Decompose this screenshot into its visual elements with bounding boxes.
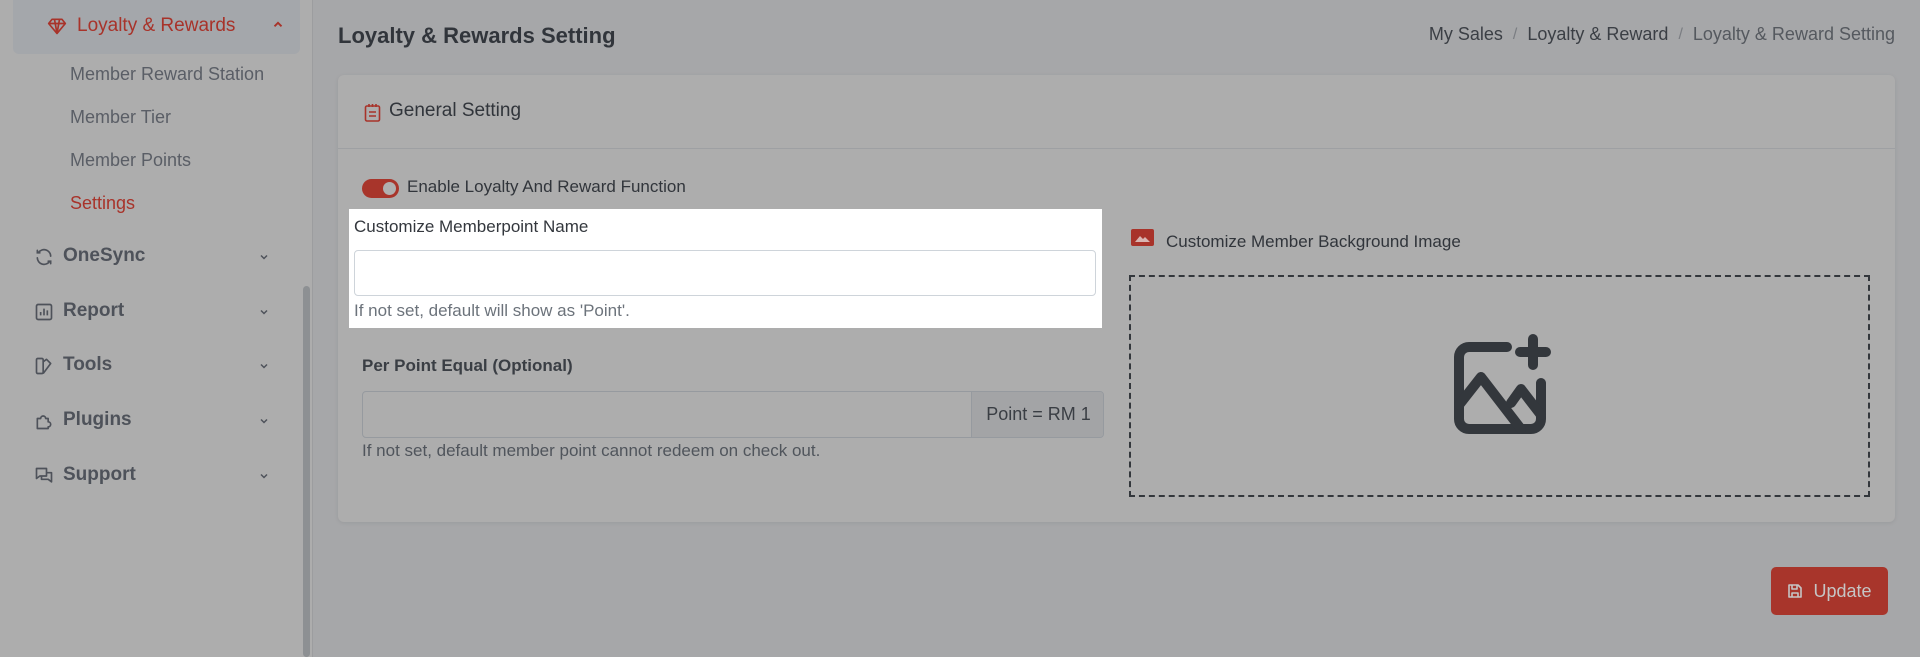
sidebar-subitem-settings[interactable]: Settings [70, 193, 135, 214]
sidebar-item-onesync[interactable]: OneSync [31, 242, 281, 272]
update-button-label: Update [1813, 580, 1872, 601]
chevron-down-icon [260, 363, 268, 369]
card-title: General Setting [389, 100, 522, 121]
chevron-down-icon [260, 418, 268, 424]
sidebar-item-loyalty-rewards[interactable]: Loyalty & Rewards [13, 0, 300, 54]
plugin-icon [36, 415, 52, 430]
chevron-down-icon [260, 309, 268, 315]
clipboard-icon [364, 104, 381, 122]
tools-icon [35, 357, 52, 375]
per-point-equal-addon: Point = RM 1 [971, 392, 1103, 437]
sidebar-item-label: Loyalty & Rewards [77, 15, 236, 36]
per-point-equal-group: Point = RM 1 [362, 391, 1104, 438]
memberpoint-name-help: If not set, default will show as 'Point'… [354, 301, 630, 320]
enable-loyalty-toggle[interactable] [362, 179, 399, 198]
sidebar-item-support[interactable]: Support [31, 461, 281, 491]
background-image-label: Customize Member Background Image [1166, 232, 1461, 251]
chevron-down-icon [260, 254, 268, 260]
sidebar-item-report[interactable]: Report [31, 297, 281, 327]
sidebar-item-tools[interactable]: Tools [31, 351, 281, 381]
image-icon [1131, 229, 1154, 246]
breadcrumb-current: Loyalty & Reward Setting [1692, 24, 1895, 44]
report-chart-icon [35, 303, 53, 321]
sidebar-subitem-member-reward-station[interactable]: Member Reward Station [70, 64, 264, 85]
sidebar-item-plugins[interactable]: Plugins [31, 406, 281, 436]
enable-loyalty-label: Enable Loyalty And Reward Function [407, 177, 686, 196]
sidebar-scrollbar[interactable] [303, 286, 310, 657]
add-image-icon [1454, 334, 1551, 434]
chevron-up-icon[interactable] [271, 17, 285, 31]
sidebar: Loyalty & Rewards Member Reward Station … [0, 0, 313, 657]
sidebar-subitem-member-points[interactable]: Member Points [70, 150, 191, 171]
card-header: General Setting [338, 75, 1895, 149]
breadcrumb-my-sales[interactable]: My Sales [1429, 24, 1503, 45]
breadcrumb: My Sales / Loyalty & Reward / Loyalty & … [1429, 24, 1895, 45]
breadcrumb-separator: / [1678, 25, 1683, 43]
save-icon [1788, 584, 1803, 598]
memberpoint-name-input[interactable] [354, 250, 1096, 296]
update-button[interactable]: Update [1771, 567, 1888, 615]
sidebar-subitem-member-tier[interactable]: Member Tier [70, 107, 171, 128]
per-point-equal-label: Per Point Equal (Optional) [362, 356, 573, 375]
sidebar-item-label: Report [63, 300, 125, 321]
breadcrumb-loyalty-reward[interactable]: Loyalty & Reward [1527, 24, 1668, 45]
sync-icon [36, 248, 52, 266]
sidebar-item-label: Plugins [63, 409, 132, 430]
chevron-down-icon [260, 473, 268, 479]
per-point-equal-input[interactable] [363, 392, 971, 437]
diamond-icon [47, 18, 67, 35]
memberpoint-name-label: Customize Memberpoint Name [354, 217, 589, 236]
sidebar-item-label: Tools [63, 354, 113, 375]
page-title: Loyalty & Rewards Setting [338, 23, 616, 48]
support-chat-icon [35, 467, 53, 483]
background-image-dropzone[interactable] [1129, 275, 1870, 497]
breadcrumb-separator: / [1512, 25, 1518, 43]
per-point-equal-help: If not set, default member point cannot … [362, 441, 821, 460]
sidebar-item-label: Support [63, 464, 136, 485]
sidebar-item-label: OneSync [63, 245, 146, 266]
memberpoint-name-group: Customize Memberpoint Name If not set, d… [349, 209, 1102, 328]
